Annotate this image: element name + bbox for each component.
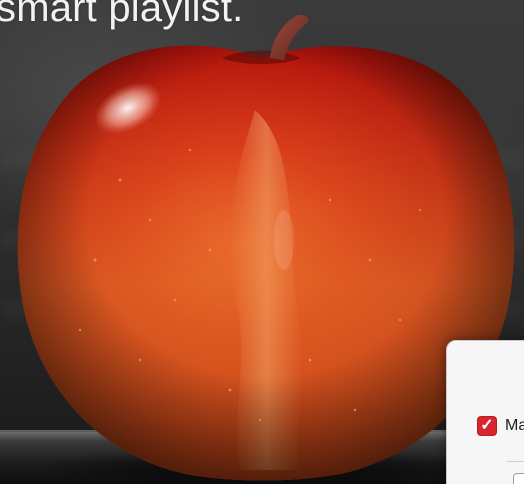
divider: [507, 461, 524, 462]
match-checkbox[interactable]: ✓: [477, 416, 497, 436]
smart-playlist-dialog: ✓ Ma: [446, 340, 524, 484]
rule-popup-button[interactable]: [513, 473, 524, 484]
match-row[interactable]: ✓ Ma: [477, 415, 524, 437]
checkmark-icon: ✓: [480, 417, 494, 434]
match-label: Ma: [505, 417, 524, 434]
slide-canvas: smart playlist. ✓ Ma: [0, 0, 524, 484]
slide-title: smart playlist.: [0, 0, 244, 30]
